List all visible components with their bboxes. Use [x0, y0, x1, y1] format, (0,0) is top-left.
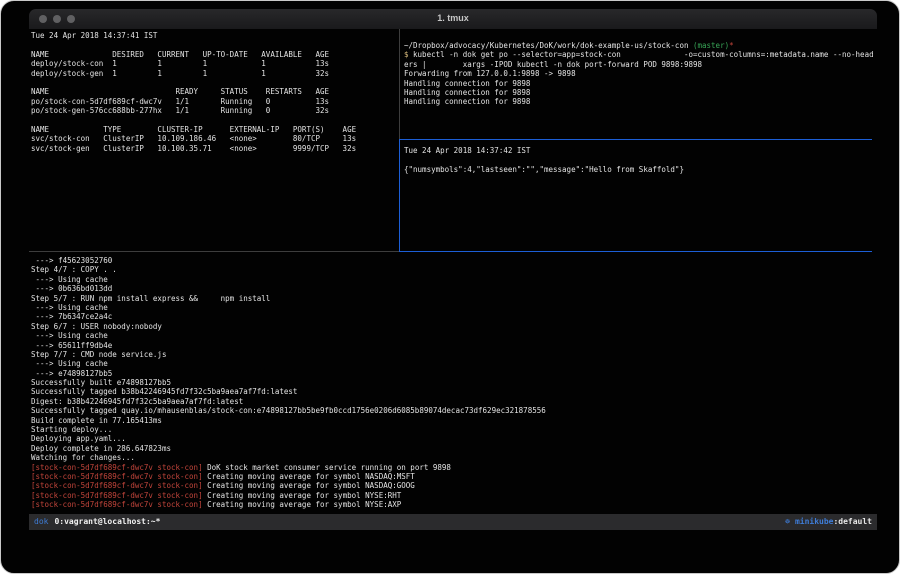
pods-table: NAME READY STATUS RESTARTS AGEpo/stock-c… — [31, 87, 397, 115]
probe-response-json: {"numsymbols":4,"lastseen":"","message":… — [404, 165, 875, 174]
deployments-table: NAME DESIRED CURRENT UP-TO-DATE AVAILABL… — [31, 50, 397, 78]
probe-timestamp: Tue 24 Apr 2018 14:37:42 IST — [404, 146, 875, 155]
blank-line — [404, 155, 875, 164]
tmux-status-bar: dok 0:vagrant@localhost:~* ☸ minikube:def… — [29, 514, 877, 530]
screenshot-canvas: 1. tmux Tue 24 Apr 2018 14:37:41 IST NAM… — [0, 0, 900, 574]
status-right: ☸ minikube:default — [785, 514, 872, 530]
kube-context: minikube — [795, 517, 834, 526]
pane-divider-vertical-active[interactable] — [399, 139, 400, 252]
window-item-active[interactable]: 0:vagrant@localhost:~* — [54, 517, 160, 526]
watch-timestamp: Tue 24 Apr 2018 14:37:41 IST — [31, 31, 397, 40]
status-left: dok 0:vagrant@localhost:~* — [34, 514, 160, 530]
window-titlebar: 1. tmux — [29, 9, 877, 29]
kube-namespace: :default — [833, 517, 872, 526]
pane-port-forward[interactable]: ~/Dropbox/advocacy/Kubernetes/DoK/work/d… — [404, 41, 875, 136]
blank-line — [31, 78, 397, 87]
pane-divider-vertical-inactive[interactable] — [399, 29, 400, 139]
blank-line — [31, 40, 397, 49]
pane-divider-horizontal-inactive[interactable] — [29, 251, 399, 252]
active-pane-border-bottom[interactable] — [400, 251, 872, 252]
kubernetes-helm-icon: ☸ — [785, 517, 790, 526]
session-name[interactable]: dok — [34, 517, 48, 526]
window-title: 1. tmux — [29, 13, 877, 23]
build-log-output: ---> f45623052760Step 4/7 : COPY . . ---… — [31, 256, 873, 510]
pane-skaffold-probe[interactable]: Tue 24 Apr 2018 14:37:42 IST {"numsymbol… — [404, 146, 875, 246]
services-table: NAME TYPE CLUSTER-IP EXTERNAL-IP PORT(S)… — [31, 125, 397, 153]
port-forward-output: ~/Dropbox/advocacy/Kubernetes/DoK/work/d… — [404, 41, 875, 107]
pane-kubectl-watch[interactable]: Tue 24 Apr 2018 14:37:41 IST NAME DESIRE… — [31, 31, 397, 251]
pane-skaffold-build-log[interactable]: ---> f45623052760Step 4/7 : COPY . . ---… — [31, 256, 873, 512]
active-pane-border-top[interactable] — [400, 139, 872, 140]
blank-line — [31, 116, 397, 125]
